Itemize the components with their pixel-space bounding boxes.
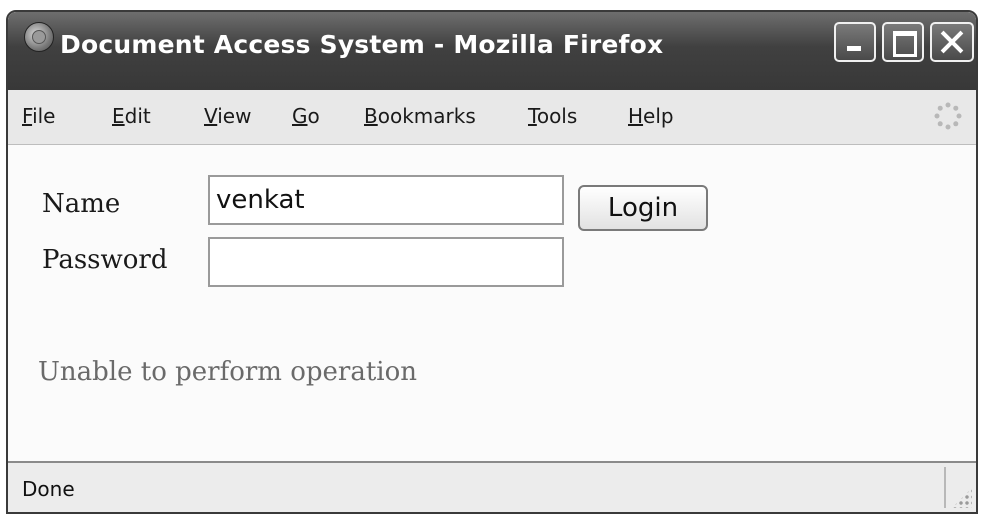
minimize-button[interactable]: [834, 22, 876, 62]
error-message: Unable to perform operation: [38, 357, 417, 387]
browser-window: Document Access System - Mozilla Firefox…: [6, 10, 978, 514]
menu-file-label: ile: [32, 104, 56, 128]
menu-file-mnemonic: F: [22, 104, 33, 128]
status-text: Done: [22, 477, 75, 501]
menu-go-mnemonic: G: [292, 104, 308, 128]
menu-edit-mnemonic: E: [112, 104, 125, 128]
menu-view-mnemonic: V: [204, 104, 218, 128]
resize-grip-icon[interactable]: [952, 488, 972, 508]
firefox-icon[interactable]: [24, 22, 54, 52]
throbber-icon: [934, 102, 962, 130]
menu-edit-label: dit: [124, 104, 151, 128]
name-input[interactable]: [208, 175, 564, 225]
menu-tools-label: ools: [536, 104, 578, 128]
menu-help[interactable]: Help: [628, 104, 674, 128]
menu-tools-mnemonic: T: [528, 104, 537, 128]
password-label: Password: [42, 245, 168, 275]
menu-tools[interactable]: Tools: [528, 104, 577, 128]
page-content: Name Login Password Unable to perform op…: [8, 145, 976, 461]
menu-bookmarks-mnemonic: B: [364, 104, 378, 128]
menu-bookmarks[interactable]: Bookmarks: [364, 104, 476, 128]
close-button[interactable]: [930, 22, 974, 62]
menu-view[interactable]: View: [204, 104, 251, 128]
maximize-button[interactable]: [882, 22, 924, 62]
login-button[interactable]: Login: [578, 185, 708, 231]
menu-bookmarks-label: ookmarks: [377, 104, 476, 128]
menu-bar: File Edit View Go Bookmarks Tools Help: [8, 90, 976, 145]
menu-file[interactable]: File: [22, 104, 55, 128]
status-bar: Done: [8, 461, 976, 512]
name-label: Name: [42, 189, 121, 219]
window-title: Document Access System - Mozilla Firefox: [60, 30, 664, 59]
title-bar[interactable]: Document Access System - Mozilla Firefox: [8, 12, 976, 90]
menu-help-label: elp: [643, 104, 674, 128]
menu-go[interactable]: Go: [292, 104, 320, 128]
menu-view-label: iew: [217, 104, 252, 128]
password-input[interactable]: [208, 237, 564, 287]
menu-help-mnemonic: H: [628, 104, 644, 128]
status-divider: [944, 467, 946, 508]
menu-edit[interactable]: Edit: [112, 104, 151, 128]
menu-go-label: o: [307, 104, 320, 128]
